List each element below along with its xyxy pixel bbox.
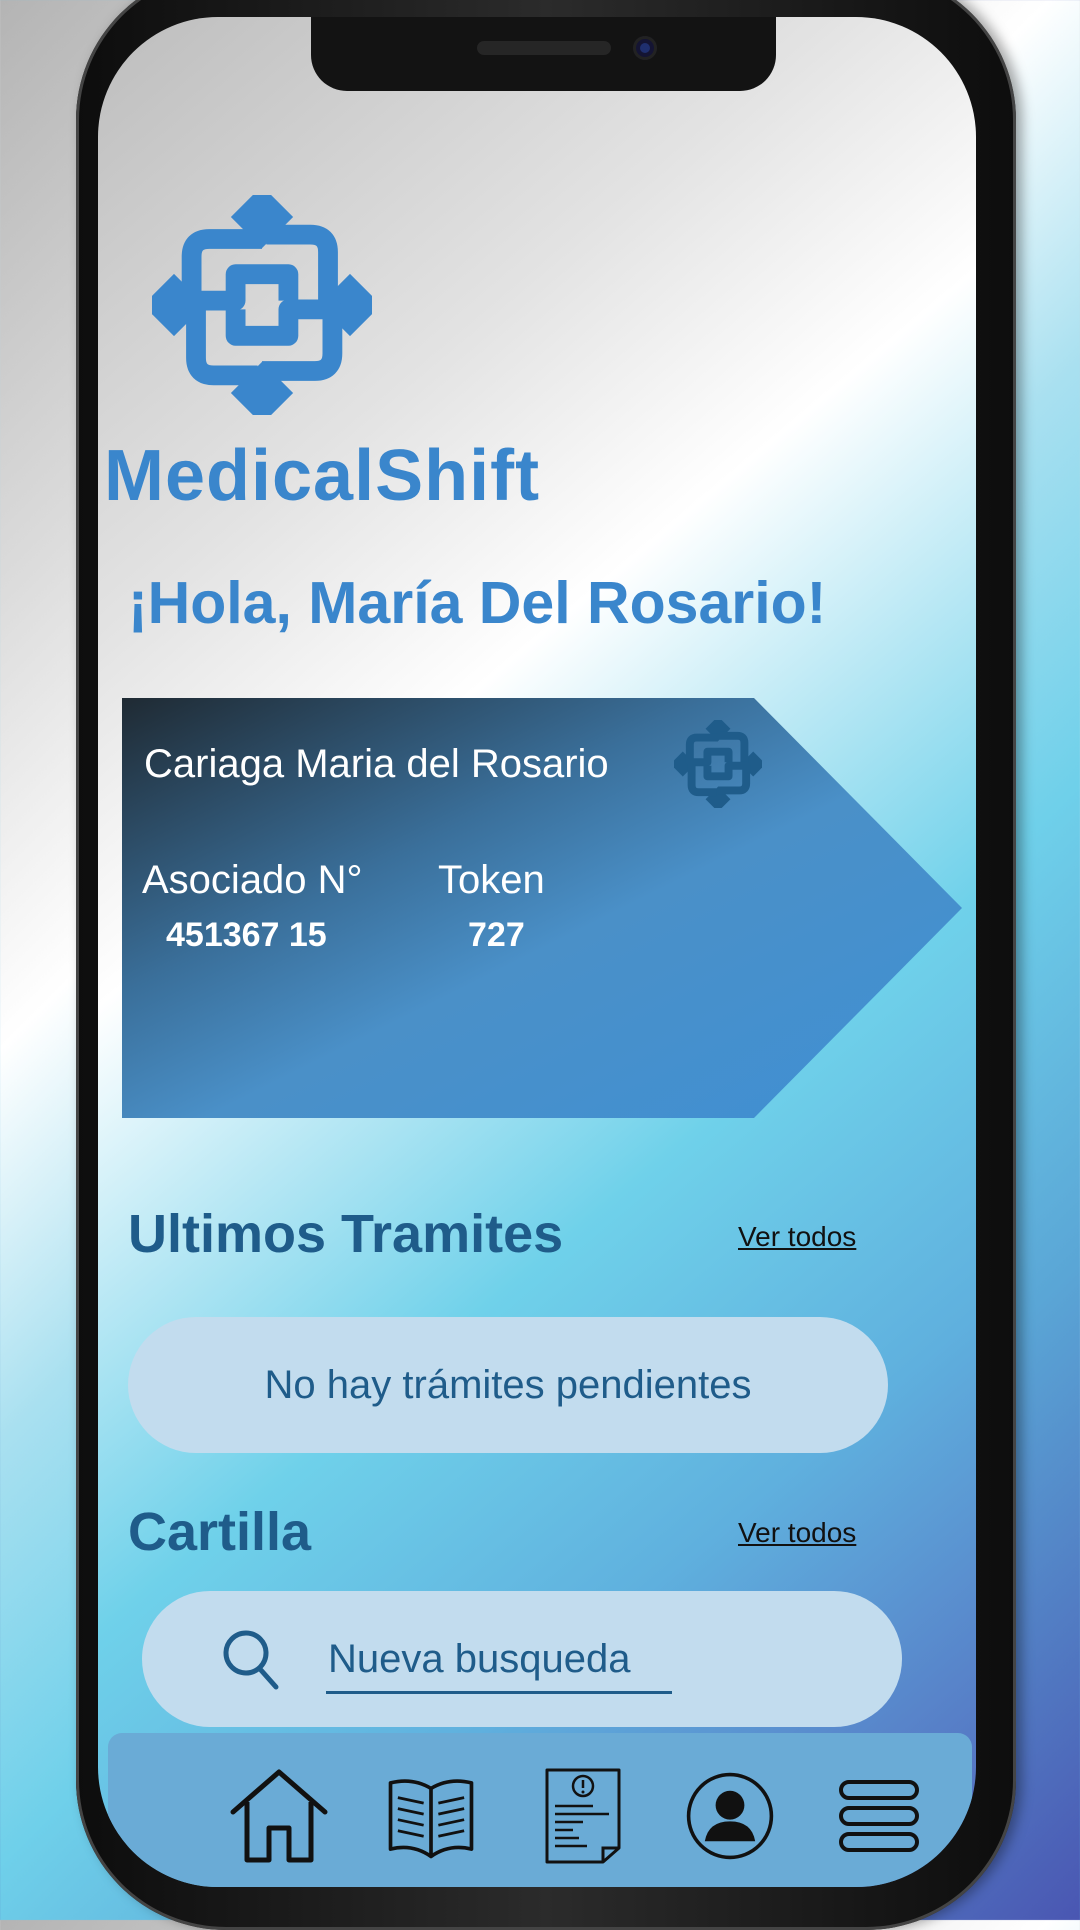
member-card[interactable]: Cariaga Maria del Rosario Asociado N° 45…: [122, 698, 962, 1118]
menu-icon: [839, 1780, 919, 1852]
tramites-see-all-link[interactable]: Ver todos: [738, 1221, 856, 1253]
cartilla-title: Cartilla: [128, 1502, 312, 1562]
cartilla-see-all-link[interactable]: Ver todos: [738, 1517, 856, 1549]
bottom-navigation: [108, 1733, 972, 1887]
associate-number: 451367 15: [166, 916, 327, 954]
speaker-grille: [477, 41, 611, 55]
app-screen: MedicalShift ¡Hola, María Del Rosario! C…: [98, 17, 976, 1887]
token-value: 727: [468, 916, 525, 954]
user-profile-icon: [686, 1772, 774, 1860]
front-camera: [633, 36, 657, 60]
tramites-empty-message: No hay trámites pendientes: [264, 1362, 752, 1407]
nav-menu[interactable]: [824, 1761, 934, 1871]
greeting-heading: ¡Hola, María Del Rosario!: [128, 570, 827, 636]
associate-label: Asociado N°: [142, 858, 363, 902]
nav-home[interactable]: [224, 1761, 334, 1871]
search-icon[interactable]: [222, 1629, 282, 1691]
home-icon: [230, 1769, 328, 1863]
nav-profile[interactable]: [675, 1761, 785, 1871]
brand-name: MedicalShift: [104, 436, 541, 516]
medicalshift-logo-icon: [152, 195, 372, 415]
tramites-title: Ultimos Tramites: [128, 1204, 564, 1264]
cartilla-search-bar[interactable]: [142, 1591, 902, 1727]
document-alert-icon: [545, 1768, 621, 1864]
card-logo-icon: [674, 720, 762, 808]
search-input[interactable]: [326, 1631, 672, 1694]
phone-notch: [311, 17, 776, 91]
token-label: Token: [438, 858, 545, 902]
tramites-empty-state: No hay trámites pendientes: [128, 1317, 888, 1453]
book-icon: [388, 1779, 474, 1859]
nav-cartilla[interactable]: [376, 1761, 486, 1871]
card-holder-name: Cariaga Maria del Rosario: [144, 742, 609, 786]
nav-tramites[interactable]: [528, 1761, 638, 1871]
